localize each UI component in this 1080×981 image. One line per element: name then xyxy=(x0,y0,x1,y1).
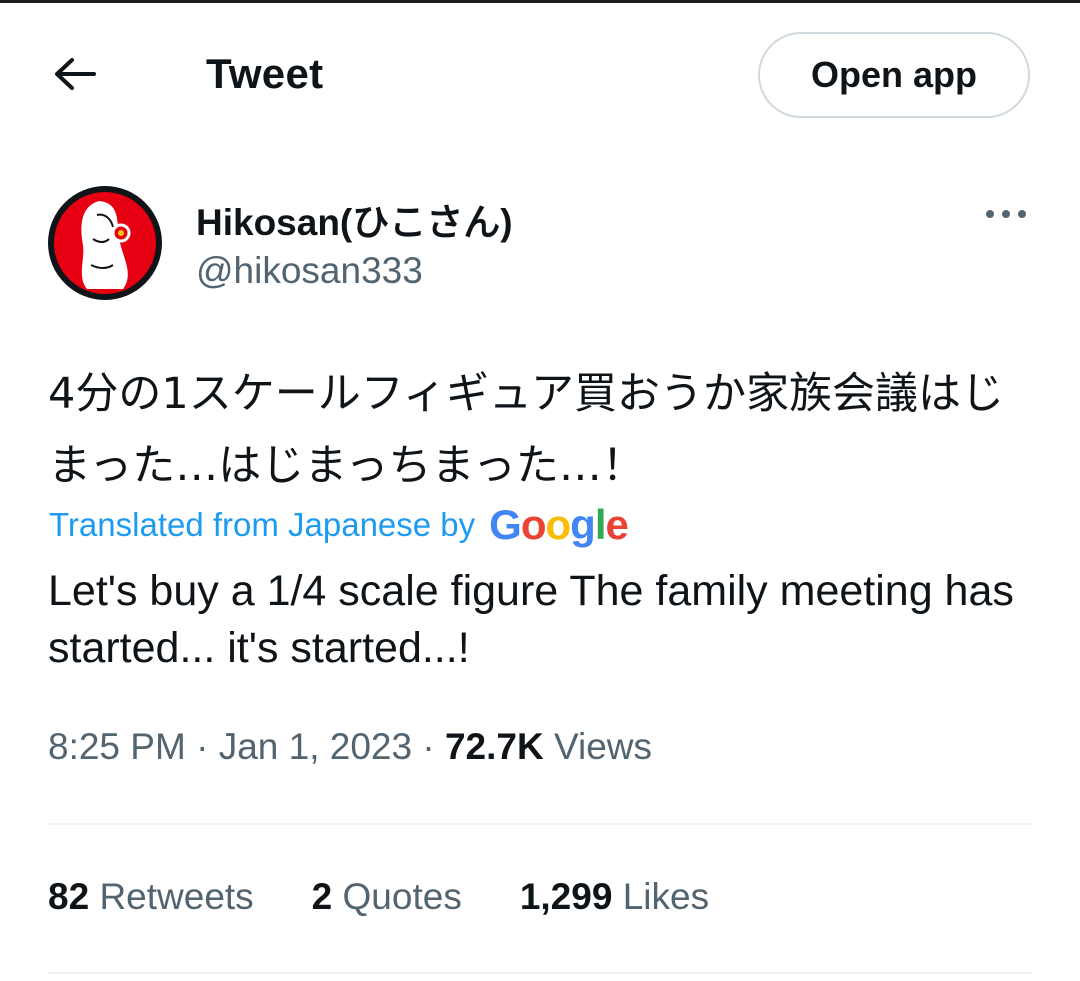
tweet-metadata: 8:25 PM · Jan 1, 2023 · 72.7K Views xyxy=(48,726,652,768)
arrow-left-icon xyxy=(55,58,96,90)
top-border xyxy=(0,0,1080,3)
translated-from-text: Translated from Japanese by xyxy=(49,506,476,543)
top-bar: Tweet Open app xyxy=(0,30,1080,120)
author-handle[interactable]: @hikosan333 xyxy=(196,250,423,292)
views-count: 72.7K xyxy=(444,726,544,767)
translation-label[interactable]: Translated from Japanese by Google xyxy=(49,501,629,548)
likes-count: 1,299 xyxy=(519,876,613,917)
retweets-stat[interactable]: 82 Retweets xyxy=(48,876,254,918)
tweet-text-translated: Let's buy a 1/4 scale figure The family … xyxy=(48,567,1014,672)
retweets-count: 82 xyxy=(48,876,90,917)
google-logo: Google xyxy=(489,501,629,548)
back-button[interactable] xyxy=(46,46,102,102)
tweet-date[interactable]: Jan 1, 2023 xyxy=(219,726,412,767)
avatar[interactable] xyxy=(47,185,163,301)
quotes-count: 2 xyxy=(311,876,333,917)
divider xyxy=(48,823,1032,825)
more-horizontal-icon xyxy=(986,210,1026,218)
separator: · xyxy=(196,726,209,767)
likes-label: Likes xyxy=(622,876,710,917)
separator: · xyxy=(422,726,435,767)
tweet-time[interactable]: 8:25 PM xyxy=(48,726,186,767)
more-options-button[interactable] xyxy=(978,196,1034,232)
quotes-label: Quotes xyxy=(342,876,462,917)
open-app-button[interactable]: Open app xyxy=(758,32,1030,118)
views-label: Views xyxy=(553,726,653,767)
likes-stat[interactable]: 1,299 Likes xyxy=(520,876,709,918)
tweet-text-original: 4分の1スケールフィギュア買おうか家族会議はじまった…はじまっちまった…！ xyxy=(48,369,1004,491)
quotes-stat[interactable]: 2 Quotes xyxy=(312,876,462,918)
author-name[interactable]: Hikosan(ひこさん) xyxy=(196,192,513,246)
engagement-stats: 82 Retweets 2 Quotes 1,299 Likes xyxy=(48,876,709,918)
page-title: Tweet xyxy=(206,50,324,97)
divider xyxy=(48,972,1032,974)
retweets-label: Retweets xyxy=(99,876,254,917)
